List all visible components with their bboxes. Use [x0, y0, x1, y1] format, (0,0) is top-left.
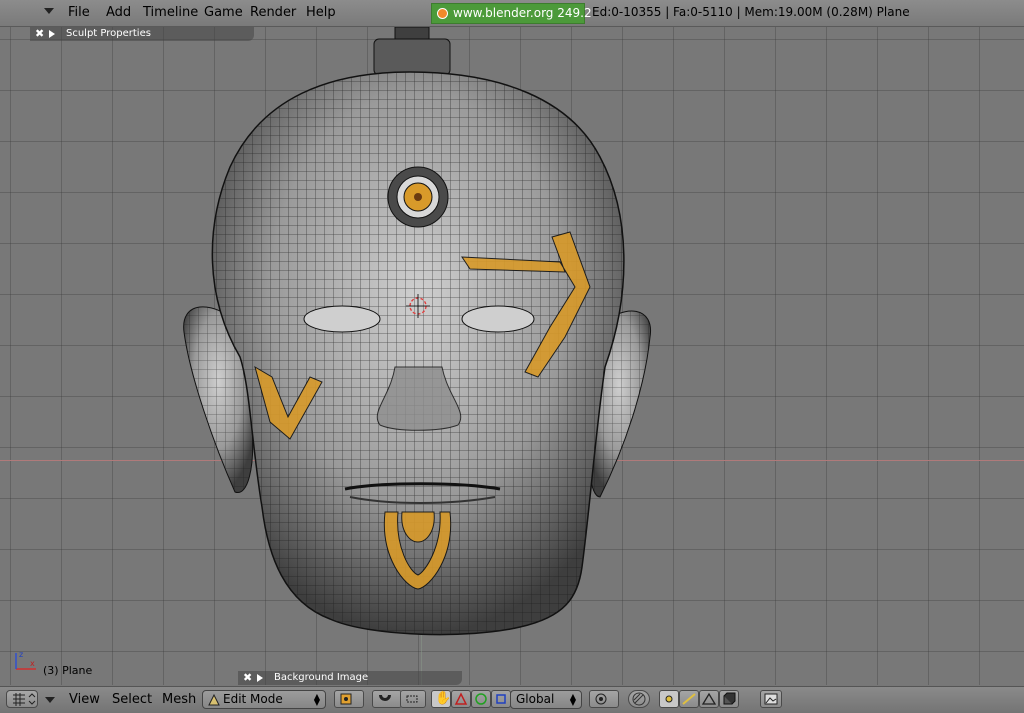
sculpt-properties-panel[interactable]: ✖ Sculpt Properties: [30, 27, 254, 41]
edit-mode-icon: [208, 694, 220, 706]
image-icon: [764, 693, 778, 705]
hand-icon: ✋: [435, 691, 452, 706]
orientation-label: Global: [516, 692, 555, 706]
menu-mesh[interactable]: Mesh: [162, 692, 196, 707]
pivot-icon: [340, 693, 352, 705]
menu-add[interactable]: Add: [106, 5, 131, 20]
blender-website-link[interactable]: www.blender.org 249.2: [431, 3, 592, 24]
close-icon[interactable]: ✖: [35, 27, 44, 41]
layer-button[interactable]: [589, 690, 619, 708]
proportional-edit-button[interactable]: [372, 690, 402, 708]
viewport-header: View Select Mesh Edit Mode ▲ ▼ ✋ Global …: [0, 686, 1024, 713]
pivot-selector[interactable]: [334, 690, 364, 708]
occlude-geometry-button[interactable]: [628, 690, 650, 708]
circle-icon: [475, 693, 487, 705]
head-top-knob: [373, 27, 451, 76]
edge-select-mode[interactable]: [679, 690, 699, 708]
face-select-mode[interactable]: [699, 690, 719, 708]
editor-type-button[interactable]: [6, 690, 38, 708]
forehead-ornament: [387, 166, 449, 228]
menu-game[interactable]: Game: [204, 5, 243, 20]
top-menu-bar: File Add Timeline Game Render Help www.b…: [0, 0, 1024, 27]
updown-arrow-icon: ▲ ▼: [569, 692, 576, 707]
square-icon: [496, 694, 506, 704]
3d-viewport[interactable]: ✖ Sculpt Properties ✖ Background Image z…: [0, 27, 1024, 685]
window-type-chevron-icon[interactable]: [44, 8, 54, 14]
menu-help[interactable]: Help: [306, 5, 336, 20]
triangle-icon: [454, 692, 468, 705]
magnet-icon: [379, 695, 391, 701]
head-mesh[interactable]: [0, 27, 1024, 685]
close-icon[interactable]: ✖: [243, 671, 252, 685]
svg-text:x: x: [30, 659, 35, 668]
menu-view[interactable]: View: [69, 692, 100, 707]
face-icon: [701, 692, 717, 705]
collapse-menus-chevron-icon[interactable]: [45, 697, 55, 703]
vertex-icon: [665, 695, 673, 703]
updown-arrow-icon: ▲ ▼: [313, 692, 320, 707]
manipulator-toggle[interactable]: ✋: [431, 690, 451, 708]
render-preview-button[interactable]: [760, 690, 782, 708]
menu-render[interactable]: Render: [250, 5, 296, 20]
translate-manipulator[interactable]: [451, 690, 471, 708]
panel-title: Sculpt Properties: [66, 28, 151, 39]
limit-selection-button[interactable]: [719, 690, 739, 708]
website-url: www.blender.org 249.2: [453, 6, 592, 20]
menu-timeline[interactable]: Timeline: [143, 5, 198, 20]
background-image-panel[interactable]: ✖ Background Image: [238, 671, 462, 685]
menu-select[interactable]: Select: [112, 692, 152, 707]
transform-orientation-selector[interactable]: Global ▲ ▼: [510, 690, 582, 709]
object-label: (3) Plane: [43, 664, 93, 677]
mode-label: Edit Mode: [223, 692, 283, 706]
cube-icon: [723, 692, 736, 705]
target-icon: [595, 693, 607, 705]
svg-text:z: z: [19, 650, 23, 659]
vertex-select-mode[interactable]: [659, 690, 679, 708]
grid-icon: [13, 693, 36, 706]
hatch-icon: [632, 692, 646, 706]
panel-title: Background Image: [274, 672, 369, 683]
menu-file[interactable]: File: [68, 5, 90, 20]
expand-arrow-icon[interactable]: [49, 30, 55, 38]
rotate-manipulator[interactable]: [471, 690, 491, 708]
axes-gizmo-icon: z x: [15, 650, 36, 670]
snap-button[interactable]: [400, 690, 426, 708]
blender-logo-icon: [437, 8, 448, 19]
scale-manipulator[interactable]: [491, 690, 511, 708]
edge-icon: [682, 693, 696, 705]
mode-selector[interactable]: Edit Mode ▲ ▼: [202, 690, 326, 709]
expand-arrow-icon[interactable]: [257, 674, 263, 682]
snap-icon: [406, 695, 418, 703]
scene-stats: Ed:0-10355 | Fa:0-5110 | Mem:19.00M (0.2…: [592, 5, 910, 19]
